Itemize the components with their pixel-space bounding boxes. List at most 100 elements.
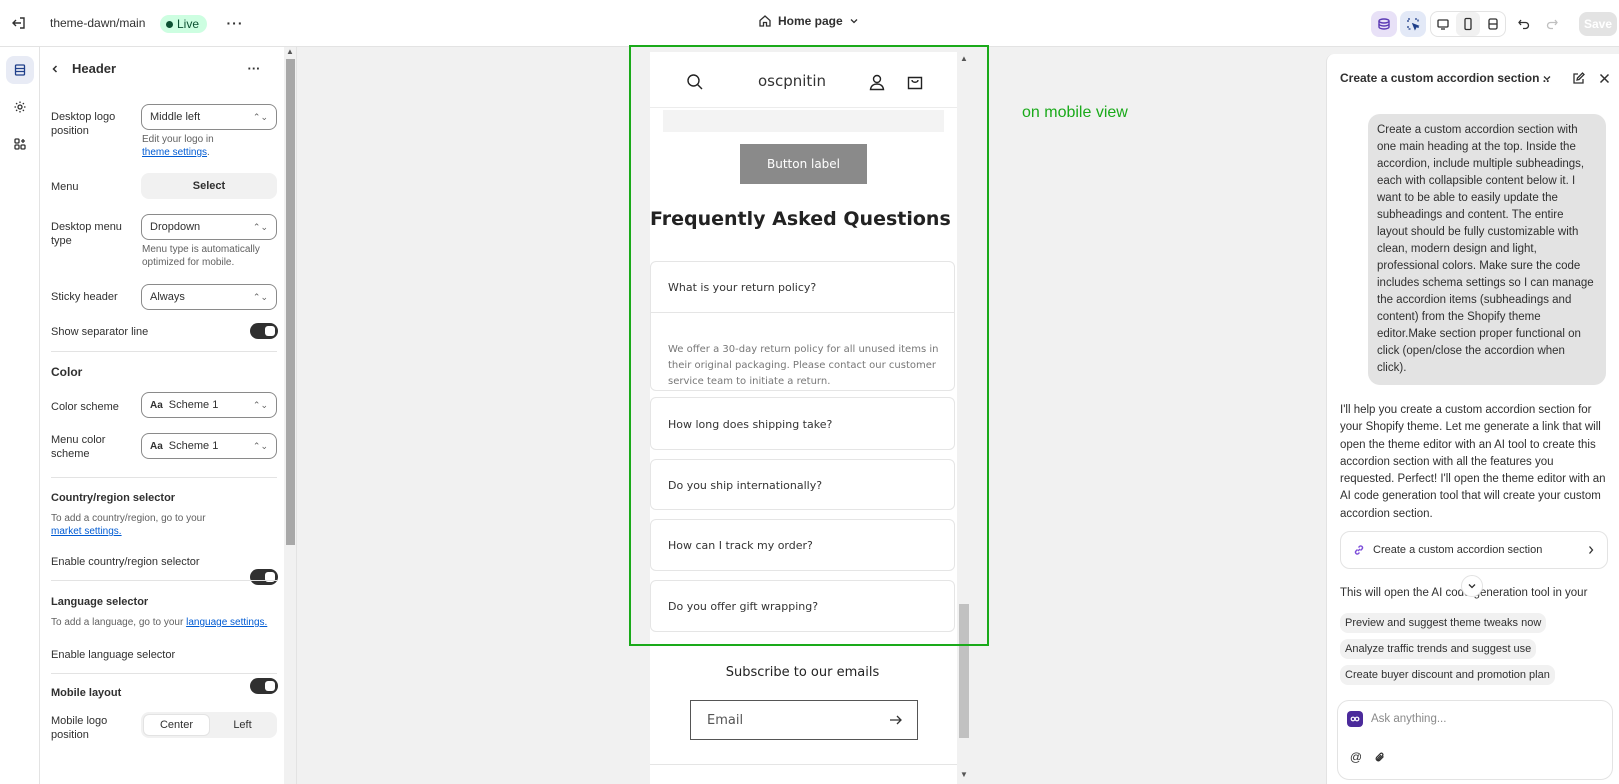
scroll-down-icon[interactable]: ▼ — [960, 770, 968, 779]
separator-label: Show separator line — [51, 326, 149, 338]
sticky-header-select[interactable]: Always ⌃⌄ — [141, 284, 277, 310]
home-icon — [759, 15, 771, 27]
divider — [51, 351, 277, 352]
viewport-switcher — [1430, 11, 1506, 37]
menu-select-button[interactable]: Select — [141, 173, 277, 199]
language-toggle-label: Enable language selector — [51, 649, 176, 661]
desktop-logo-position-label: Desktop logo position — [51, 111, 116, 137]
desktop-menu-type-select[interactable]: Dropdown ⌃⌄ — [141, 214, 277, 240]
desktop-view-icon[interactable] — [1431, 12, 1456, 36]
email-field[interactable]: Email — [690, 700, 918, 740]
language-help: To add a language, go to your language s… — [51, 616, 277, 629]
more-actions-icon[interactable]: ··· — [225, 13, 245, 33]
sticky-header-value: Always — [150, 291, 185, 303]
chat-input-placeholder: Ask anything... — [1371, 713, 1447, 725]
color-scheme-label: Color scheme — [51, 401, 119, 413]
panel-more-icon[interactable]: ··· — [243, 59, 265, 77]
panel-scrollbar-thumb[interactable] — [286, 59, 295, 545]
close-icon[interactable] — [1595, 69, 1613, 87]
color-scheme-value: Scheme 1 — [168, 399, 219, 411]
left-rail — [0, 47, 40, 784]
new-chat-icon[interactable] — [1569, 69, 1587, 87]
separator-toggle[interactable] — [250, 323, 278, 339]
panel-scrollbar[interactable]: ▲ — [284, 47, 296, 784]
menu-color-scheme-value: Scheme 1 — [168, 440, 219, 452]
suggestion-chip[interactable]: Analyze traffic trends and suggest use — [1340, 639, 1537, 659]
apps-icon[interactable] — [6, 130, 34, 158]
country-toggle-label: Enable country/region selector — [51, 556, 200, 568]
link-icon — [1354, 545, 1364, 555]
footer-divider — [650, 764, 957, 765]
user-message: Create a custom accordion section with o… — [1368, 114, 1606, 385]
language-section-title: Language selector — [51, 596, 149, 608]
menu-color-scheme-select[interactable]: Aa Scheme 1 ⌃⌄ — [141, 433, 277, 459]
divider — [51, 580, 277, 581]
settings-gear-icon[interactable] — [6, 93, 34, 121]
sidekick-icon[interactable] — [1371, 11, 1397, 37]
save-button[interactable]: Save — [1579, 12, 1617, 36]
select-arrows-icon: ⌃⌄ — [252, 399, 268, 410]
market-settings-link[interactable]: market settings. — [51, 526, 122, 537]
accordion-link-card[interactable]: Create a custom accordion section — [1340, 531, 1608, 569]
option-center-button[interactable]: Center — [143, 714, 210, 736]
top-bar: theme-dawn/main Live ··· Home page Save — [0, 0, 1619, 47]
language-settings-link[interactable]: language settings. — [186, 617, 267, 628]
scroll-up-icon[interactable]: ▲ — [286, 47, 294, 56]
inspector-icon[interactable] — [1400, 11, 1426, 37]
undo-icon[interactable] — [1513, 13, 1535, 35]
mobile-logo-segmented: Center Left — [141, 712, 277, 738]
live-label: Live — [177, 17, 200, 31]
menu-type-help: Menu type is automatically optimized for… — [142, 244, 260, 268]
assistant-reply: I'll help you create a custom accordion … — [1340, 404, 1606, 520]
chat-input-box[interactable]: Ask anything... @ — [1337, 700, 1613, 780]
desktop-menu-type-value: Dropdown — [150, 221, 201, 233]
desktop-logo-position-value: Middle left — [150, 111, 201, 123]
sidekick-avatar-icon — [1347, 711, 1363, 727]
option-left-button[interactable]: Left — [210, 714, 275, 736]
mobile-logo-position-label: Mobile logo position — [51, 715, 108, 741]
language-toggle[interactable] — [250, 678, 278, 694]
suggestion-chip[interactable]: Preview and suggest theme tweaks now — [1340, 613, 1547, 633]
live-dot-icon — [166, 20, 173, 28]
country-toggle[interactable] — [250, 569, 278, 585]
link-card-label: Create a custom accordion section — [1373, 544, 1543, 556]
chevron-down-icon — [850, 19, 858, 24]
country-section-title: Country/region selector — [51, 492, 176, 504]
mobile-view-icon[interactable] — [1455, 12, 1481, 36]
settings-panel: Header ··· Desktop logo position Middle … — [40, 47, 297, 784]
chevron-right-icon — [1589, 546, 1594, 554]
color-swatch-icon: Aa — [150, 399, 163, 411]
color-scheme-select[interactable]: Aa Scheme 1 ⌃⌄ — [141, 392, 277, 418]
select-arrows-icon: ⌃⌄ — [252, 221, 268, 232]
conversation-title: Create a custom accordion section ... — [1340, 71, 1550, 85]
suggestion-chip[interactable]: Create buyer discount and promotion plan — [1340, 665, 1555, 685]
fullscreen-view-icon[interactable] — [1480, 12, 1505, 36]
email-placeholder: Email — [707, 712, 744, 728]
assistant-panel: Create a custom accordion section ... Cr… — [1326, 54, 1619, 784]
arrow-right-icon[interactable] — [889, 714, 903, 726]
desktop-menu-type-label: Desktop menu type — [51, 221, 122, 247]
back-chevron-icon[interactable] — [46, 60, 64, 78]
page-selector[interactable]: Home page — [758, 14, 859, 28]
mobile-section-title: Mobile layout — [51, 687, 122, 699]
scroll-down-chevron-icon[interactable] — [1461, 575, 1483, 597]
color-swatch-icon: Aa — [150, 440, 163, 452]
conversation-chevron-down-icon[interactable] — [1539, 70, 1555, 86]
theme-settings-link[interactable]: theme settings — [142, 147, 207, 158]
language-help-text: To add a language, go to your — [51, 617, 184, 628]
sticky-header-label: Sticky header — [51, 291, 118, 303]
annotation-label: on mobile view — [1022, 104, 1128, 121]
desktop-logo-position-select[interactable]: Middle left ⌃⌄ — [141, 104, 277, 130]
select-arrows-icon: ⌃⌄ — [252, 291, 268, 302]
attach-icon[interactable] — [1372, 749, 1388, 765]
sections-icon[interactable] — [6, 56, 34, 84]
subscribe-title: Subscribe to our emails — [725, 665, 880, 680]
redo-icon[interactable] — [1541, 13, 1563, 35]
select-arrows-icon: ⌃⌄ — [252, 111, 268, 122]
country-help: To add a country/region, go to your mark… — [51, 512, 277, 538]
exit-icon[interactable] — [8, 12, 30, 34]
logo-help: Edit your logo in theme settings. — [142, 133, 277, 159]
live-badge: Live — [160, 15, 208, 33]
country-help-text: To add a country/region, go to your — [51, 513, 206, 524]
mention-icon[interactable]: @ — [1348, 749, 1364, 765]
